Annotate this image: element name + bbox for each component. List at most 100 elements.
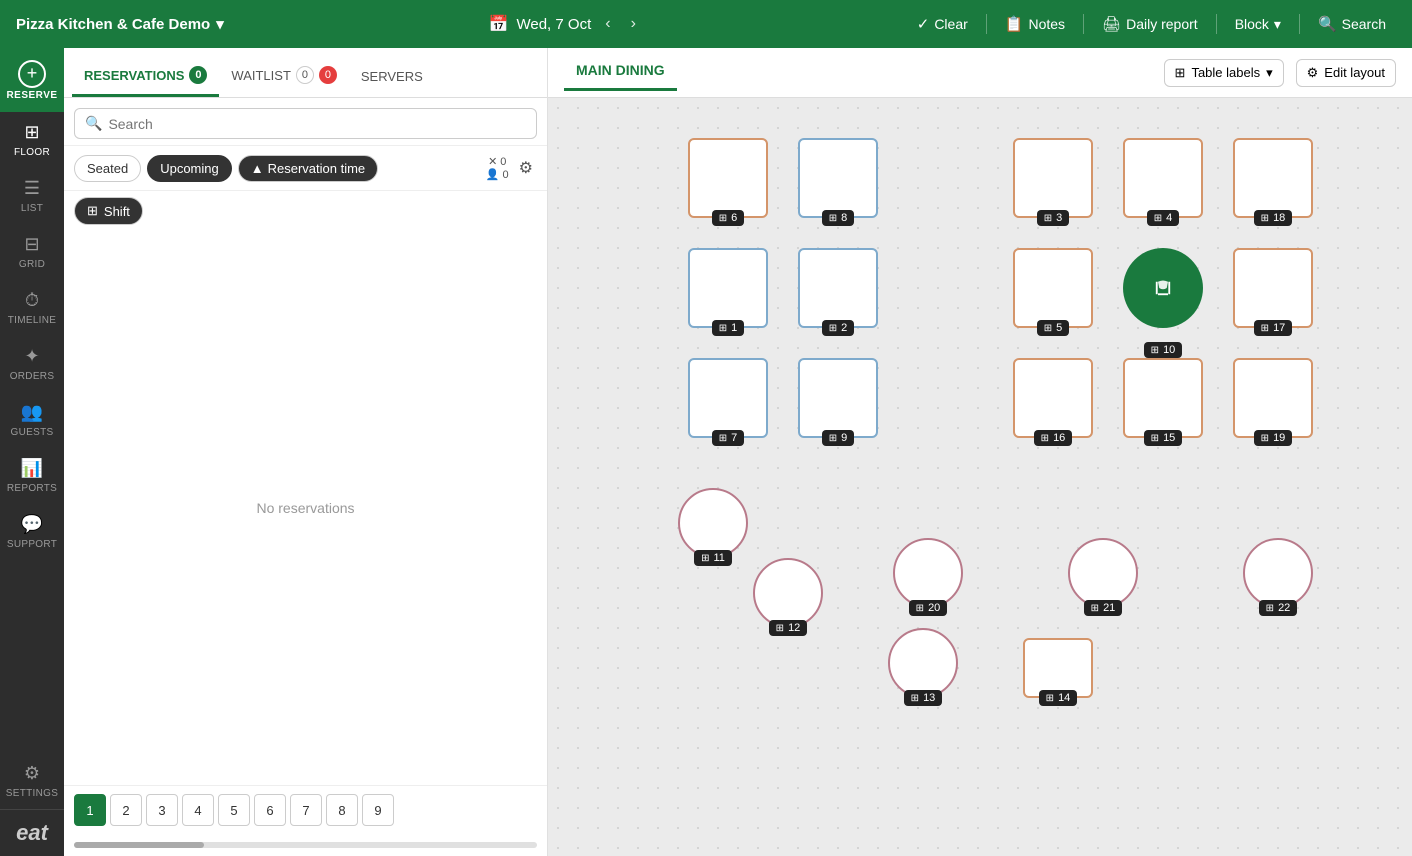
table-10-active[interactable]: [1123, 248, 1203, 328]
page-3-button[interactable]: 3: [146, 794, 178, 826]
floor-tab-main-dining[interactable]: MAIN DINING: [564, 54, 677, 91]
scrollbar-thumb[interactable]: [74, 842, 204, 848]
page-9-button[interactable]: 9: [362, 794, 394, 826]
table-7[interactable]: ⊞ 7: [688, 358, 768, 438]
table-15[interactable]: ⊞ 15: [1123, 358, 1203, 438]
table-19-label: ⊞ 19: [1254, 430, 1293, 446]
filter-options-button[interactable]: ⚙: [515, 154, 537, 182]
sidebar-item-reports[interactable]: 📊 REPORTS: [0, 448, 64, 504]
table-4[interactable]: ⊞ 4: [1123, 138, 1203, 218]
no-reservations-message: No reservations: [64, 231, 547, 785]
page-4-button[interactable]: 4: [182, 794, 214, 826]
page-7-button[interactable]: 7: [290, 794, 322, 826]
grid-icon: ⊟: [24, 234, 39, 255]
table-1[interactable]: ⊞ 1: [688, 248, 768, 328]
page-8-button[interactable]: 8: [326, 794, 358, 826]
report-icon: 🖨: [1102, 15, 1121, 33]
table-2-label: ⊞ 2: [822, 320, 855, 336]
date-navigator: 📅 Wed, 7 Oct ‹ ›: [489, 13, 642, 35]
table-21-label: ⊞ 21: [1084, 600, 1123, 616]
table-3-label: ⊞ 3: [1037, 210, 1070, 226]
sidebar-item-settings[interactable]: ⚙ SETTINGS: [0, 753, 64, 809]
divider: [1083, 14, 1084, 34]
person-count: 0: [503, 169, 509, 181]
table-18-label: ⊞ 18: [1254, 210, 1293, 226]
scrollbar-track: [74, 842, 537, 848]
next-date-button[interactable]: ›: [625, 13, 642, 35]
page-2-button[interactable]: 2: [110, 794, 142, 826]
filter-seated-button[interactable]: Seated: [74, 155, 141, 182]
sidebar-item-floor[interactable]: ⊞ FLOOR: [0, 112, 64, 168]
filter-upcoming-button[interactable]: Upcoming: [147, 155, 232, 182]
page-5-button[interactable]: 5: [218, 794, 250, 826]
brand-name[interactable]: Pizza Kitchen & Cafe Demo ▾: [16, 15, 224, 33]
filter-reservation-time-button[interactable]: ▲ Reservation time: [238, 155, 378, 182]
table-10[interactable]: ⊞ 10: [1123, 248, 1203, 348]
table-21[interactable]: ⊞ 21: [1068, 538, 1138, 608]
table-14-label: ⊞ 14: [1039, 690, 1078, 706]
waitlist-badge2: 0: [319, 66, 337, 84]
sidebar: + RESERVE ⊞ FLOOR ☰ LIST ⊟ GRID ⏱ TIMELI…: [0, 48, 64, 856]
tab-reservations[interactable]: RESERVATIONS 0: [72, 58, 219, 97]
sidebar-item-orders[interactable]: ✦ ORDERS: [0, 336, 64, 392]
table-4-label: ⊞ 4: [1147, 210, 1180, 226]
reservations-badge: 0: [189, 66, 207, 84]
prev-date-button[interactable]: ‹: [599, 13, 616, 35]
table-12[interactable]: ⊞ 12: [753, 558, 823, 628]
search-button[interactable]: 🔍 Search: [1308, 11, 1396, 37]
floor-map[interactable]: ⊞ 6 ⊞ 8 ⊞ 3 ⊞ 4 ⊞ 18 ⊞ 1 ⊞ 2 ⊞ 5 ⊞ 10 ⊞ 17 ⊞ 7 ⊞ 9…: [548, 98, 1412, 856]
page-6-button[interactable]: 6: [254, 794, 286, 826]
table-12-label: ⊞ 12: [769, 620, 808, 636]
tab-servers[interactable]: SERVERS: [349, 61, 435, 97]
table-8[interactable]: ⊞ 8: [798, 138, 878, 218]
table-10-label: ⊞ 10: [1144, 342, 1183, 358]
current-date: Wed, 7 Oct: [516, 16, 591, 33]
sidebar-item-timeline[interactable]: ⏱ TIMELINE: [0, 280, 64, 336]
check-icon: ✓: [917, 15, 930, 33]
table-22[interactable]: ⊞ 22: [1243, 538, 1313, 608]
table-13[interactable]: ⊞ 13: [888, 628, 958, 698]
block-button[interactable]: Block ▾: [1225, 12, 1291, 37]
search-input[interactable]: [108, 116, 526, 132]
search-bar: 🔍: [64, 98, 547, 146]
table-9[interactable]: ⊞ 9: [798, 358, 878, 438]
filter-icon: ✕: [488, 155, 497, 168]
sidebar-item-support[interactable]: 💬 SUPPORT: [0, 504, 64, 560]
table-18[interactable]: ⊞ 18: [1233, 138, 1313, 218]
table-17[interactable]: ⊞ 17: [1233, 248, 1313, 328]
page-1-button[interactable]: 1: [74, 794, 106, 826]
table-5[interactable]: ⊞ 5: [1013, 248, 1093, 328]
sidebar-item-list[interactable]: ☰ LIST: [0, 168, 64, 224]
brand-label: Pizza Kitchen & Cafe Demo: [16, 16, 210, 33]
table-11[interactable]: ⊞ 11: [678, 488, 748, 558]
table-20-label: ⊞ 20: [909, 600, 948, 616]
panel-tabs: RESERVATIONS 0 WAITLIST 0 0 SERVERS: [64, 48, 547, 98]
table-11-label: ⊞ 11: [694, 550, 732, 566]
floor-icon: ⊞: [24, 122, 39, 143]
table-20[interactable]: ⊞ 20: [893, 538, 963, 608]
plus-icon: +: [18, 60, 46, 88]
table-2[interactable]: ⊞ 2: [798, 248, 878, 328]
table-3[interactable]: ⊞ 3: [1013, 138, 1093, 218]
divider: [986, 14, 987, 34]
clear-button[interactable]: ✓ Clear: [907, 11, 978, 37]
reserve-button[interactable]: + RESERVE: [0, 48, 64, 112]
tab-waitlist[interactable]: WAITLIST 0 0: [219, 58, 348, 97]
sidebar-item-guests[interactable]: 👥 GUESTS: [0, 392, 64, 448]
table-labels-chevron: ▾: [1266, 65, 1273, 81]
table-1-label: ⊞ 1: [712, 320, 745, 336]
notes-button[interactable]: 📋 Notes: [995, 11, 1075, 37]
table-16[interactable]: ⊞ 16: [1013, 358, 1093, 438]
divider: [1299, 14, 1300, 34]
list-icon: ☰: [24, 178, 40, 199]
sidebar-item-grid[interactable]: ⊟ GRID: [0, 224, 64, 280]
shift-button[interactable]: ⊞ Shift: [74, 197, 143, 225]
daily-report-button[interactable]: 🖨 Daily report: [1092, 11, 1208, 37]
table-labels-button[interactable]: ⊞ Table labels ▾: [1164, 59, 1284, 87]
brand-chevron: ▾: [216, 15, 224, 33]
edit-layout-button[interactable]: ⚙ Edit layout: [1296, 59, 1396, 87]
table-14[interactable]: ⊞ 14: [1023, 638, 1093, 698]
table-19[interactable]: ⊞ 19: [1233, 358, 1313, 438]
table-6[interactable]: ⊞ 6: [688, 138, 768, 218]
table-count: 0: [500, 156, 506, 168]
